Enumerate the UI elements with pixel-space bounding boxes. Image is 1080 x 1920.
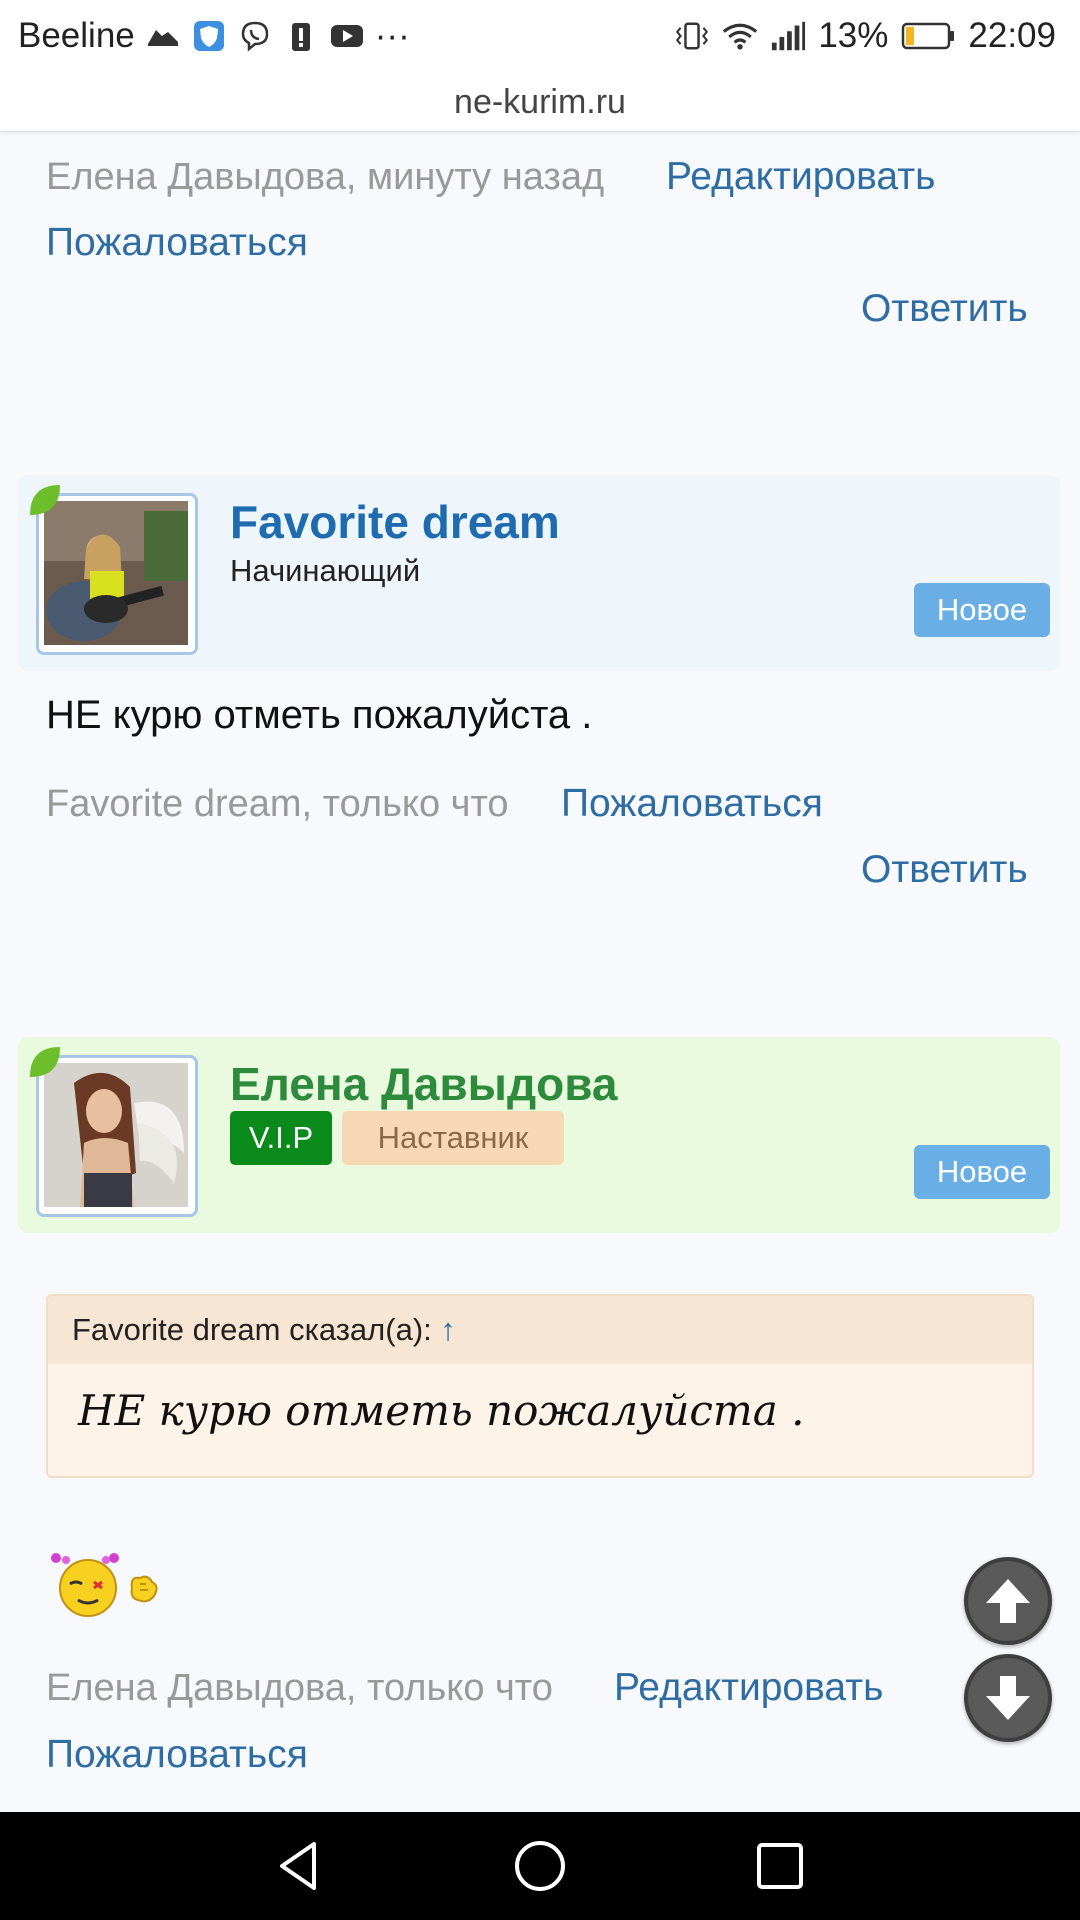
author-name[interactable]: Favorite dream [230,495,560,549]
signal-icon [770,18,806,54]
clock: 22:09 [968,16,1056,55]
battery-percent: 13% [818,16,889,55]
status-left: Beeline ··· [18,14,410,58]
carrier-label: Beeline [18,16,135,55]
shoe-icon [145,18,181,54]
new-badge: Новое [914,1145,1050,1199]
viber-icon [237,18,273,54]
url-text: ne-kurim.ru [454,83,626,121]
report-link-top[interactable]: Пожаловаться [46,221,308,265]
author-rank: Начинающий [230,553,421,588]
battery-icon [900,18,956,54]
post-text: НЕ курю отметь пожалуйста . [46,693,593,737]
vibrate-icon [674,18,710,54]
quote-jump-link[interactable]: ↑ [440,1312,456,1347]
edit-link-top[interactable]: Редактировать [666,155,935,199]
quote-text: НЕ курю отметь пожалуйста . [78,1386,805,1435]
vip-badge: V.I.P [230,1111,332,1165]
post-meta: Favorite dream, только что [46,783,509,825]
post-meta: Елена Давыдова, только что [46,1667,553,1709]
avatar[interactable] [36,1055,198,1217]
smiley-icon [51,1553,158,1617]
leaf-icon [30,1047,60,1077]
shield-icon [191,18,227,54]
quote-block: Favorite dream сказал(а): ↑ НЕ курю отме… [46,1294,1034,1478]
wifi-icon [722,18,758,54]
scroll-down-icon [986,1676,1030,1720]
author-name[interactable]: Елена Давыдова [230,1057,618,1111]
url-bar[interactable]: ne-kurim.ru [0,72,1080,132]
report-link[interactable]: Пожаловаться [561,782,823,826]
post-meta-top: Елена Давыдова, минуту назад [46,156,605,198]
recents-icon[interactable] [750,1836,810,1896]
more-notifications-icon: ··· [374,16,410,55]
user-card-elena: Елена Давыдова V.I.P Наставник Новое [18,1037,1060,1233]
edit-link[interactable]: Редактировать [614,1666,883,1710]
reply-link[interactable]: Ответить [861,848,1028,892]
quote-header: Favorite dream сказал(а): ↑ [48,1296,1032,1364]
status-bar: Beeline ··· 13% 22:09 [0,0,1080,72]
report-link[interactable]: Пожаловаться [46,1733,308,1777]
status-right: 13% 22:09 [674,14,1056,58]
back-icon[interactable] [270,1836,330,1896]
avatar[interactable] [36,493,198,655]
user-card-favorite-dream: Favorite dream Начинающий Новое [18,475,1060,671]
youtube-icon [329,18,365,54]
alert-icon [283,18,319,54]
home-icon[interactable] [510,1836,570,1896]
scroll-up-button[interactable] [964,1557,1052,1645]
quote-author: Favorite dream сказал(а): [72,1312,432,1347]
rank-badge: Наставник [342,1111,564,1165]
scroll-down-button[interactable] [964,1654,1052,1742]
leaf-icon [30,485,60,515]
new-badge: Новое [914,583,1050,637]
reply-link-top[interactable]: Ответить [861,287,1028,331]
system-nav-bar [0,1812,1080,1920]
scroll-up-icon [986,1579,1030,1623]
